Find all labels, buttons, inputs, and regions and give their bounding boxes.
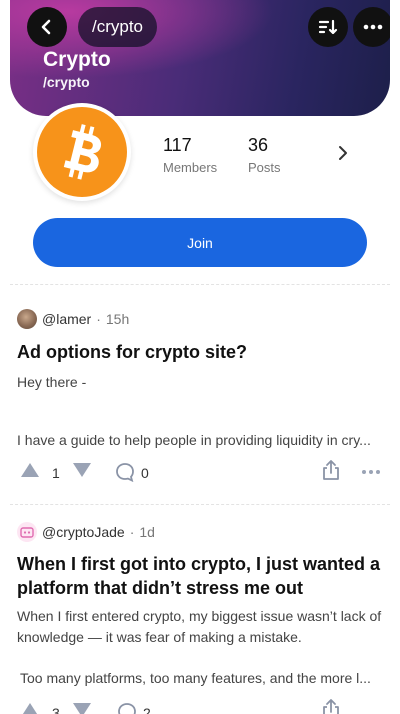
community-avatar xyxy=(33,103,131,201)
post-title[interactable]: When I first got into crypto, I just wan… xyxy=(17,552,383,600)
sort-icon xyxy=(318,19,338,35)
ellipsis-icon xyxy=(363,24,383,30)
downvote-icon xyxy=(73,703,91,714)
vote-count: 3 xyxy=(52,705,60,714)
ellipsis-icon xyxy=(362,470,380,474)
post-time: 1d xyxy=(139,524,155,540)
post-title[interactable]: Ad options for crypto site? xyxy=(17,340,383,364)
comments-button[interactable] xyxy=(117,702,137,714)
more-options-button[interactable] xyxy=(353,7,390,47)
upvote-button[interactable] xyxy=(20,462,40,478)
share-icon xyxy=(323,699,339,714)
breadcrumb[interactable]: /crypto xyxy=(78,7,158,47)
back-button[interactable] xyxy=(27,7,67,47)
vote-count: 1 xyxy=(52,465,60,481)
divider xyxy=(10,284,390,285)
posts-count: 36 xyxy=(248,135,269,155)
share-button[interactable] xyxy=(321,698,341,714)
share-icon xyxy=(323,460,339,480)
post-meta: @lamer · 15h xyxy=(17,309,129,329)
author-handle[interactable]: @lamer xyxy=(42,311,91,327)
author-avatar[interactable] xyxy=(17,309,37,329)
author-avatar[interactable] xyxy=(17,522,37,542)
downvote-button[interactable] xyxy=(72,462,92,478)
comment-icon xyxy=(116,463,134,482)
divider xyxy=(10,504,390,505)
post-body-line: Hey there - xyxy=(17,374,87,390)
chevron-right-icon[interactable] xyxy=(336,144,350,162)
members-count: 117 xyxy=(163,135,192,155)
members-label: Members xyxy=(163,160,218,175)
post-body-line: When I first entered crypto, my biggest … xyxy=(17,608,382,645)
posts-label: Posts xyxy=(248,160,281,175)
post-meta: @cryptoJade · 1d xyxy=(17,522,155,542)
comments-button[interactable] xyxy=(115,462,135,482)
post-actions: 1 0 xyxy=(17,459,383,484)
post-actions: 3 2 xyxy=(17,699,383,714)
posts-stat[interactable]: 36 Posts xyxy=(248,135,281,175)
chevron-left-icon xyxy=(41,19,51,35)
comment-count: 2 xyxy=(143,705,151,714)
comment-count: 0 xyxy=(141,465,149,481)
robot-avatar-icon xyxy=(20,527,34,538)
bitcoin-logo-icon xyxy=(37,107,127,197)
upvote-icon xyxy=(22,703,38,714)
upvote-button[interactable] xyxy=(20,702,40,714)
share-button[interactable] xyxy=(321,459,341,481)
community-title: Crypto xyxy=(43,48,111,71)
members-stat[interactable]: 117 Members xyxy=(163,135,217,175)
community-banner: /crypto Crypto /crypto xyxy=(10,0,390,116)
join-button[interactable]: Join xyxy=(33,218,367,267)
downvote-icon xyxy=(73,463,91,477)
post-body-line: I have a guide to help people in providi… xyxy=(17,432,371,448)
post-more-button[interactable] xyxy=(361,469,381,475)
sort-button[interactable] xyxy=(308,7,348,47)
comment-icon xyxy=(118,703,136,714)
upvote-icon xyxy=(21,463,39,477)
post-time: 15h xyxy=(105,311,130,327)
community-handle: /crypto xyxy=(43,74,90,90)
post-body-line: Too many platforms, too many features, a… xyxy=(20,670,371,686)
separator-dot: · xyxy=(129,524,135,540)
downvote-button[interactable] xyxy=(72,702,92,714)
separator-dot: · xyxy=(96,311,101,327)
author-handle[interactable]: @cryptoJade xyxy=(42,524,125,540)
